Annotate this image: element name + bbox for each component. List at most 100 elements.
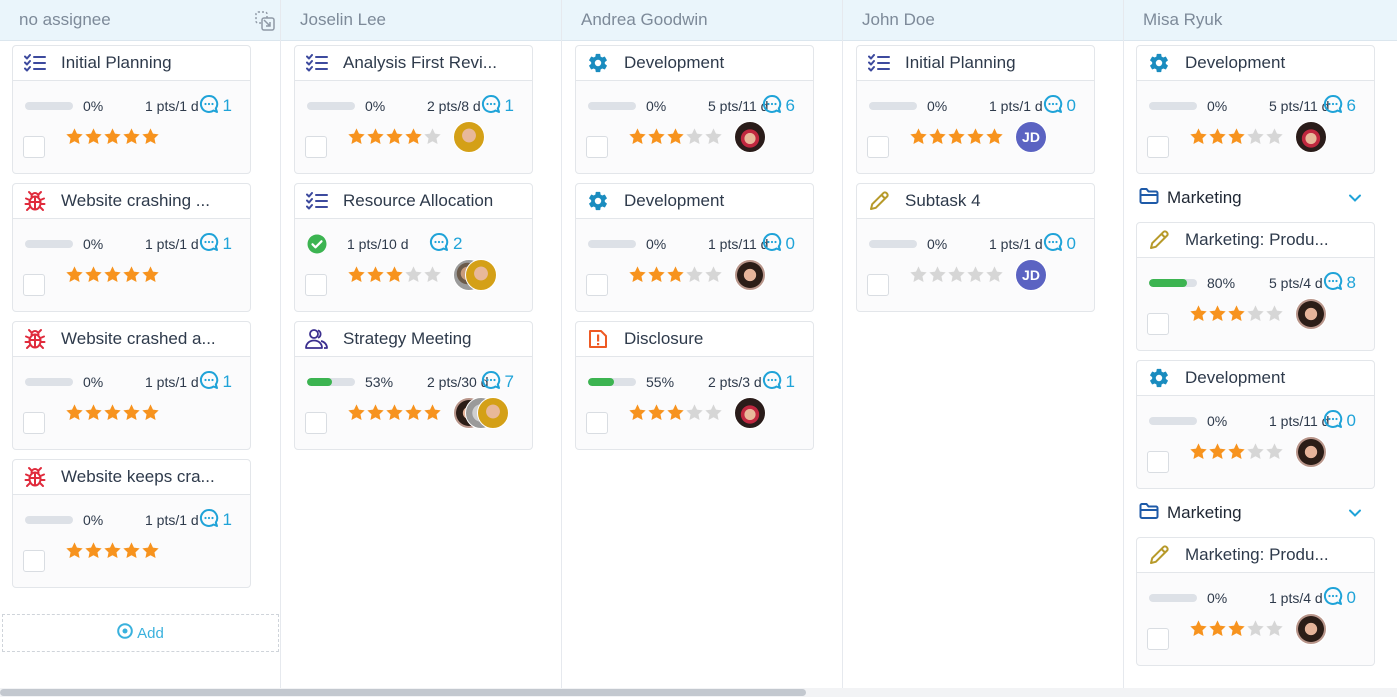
star-rating[interactable] — [65, 403, 160, 427]
star-filled-icon[interactable] — [122, 541, 141, 565]
card-title[interactable]: Development — [624, 53, 724, 73]
avatar-photo[interactable] — [734, 259, 766, 291]
avatar-photo[interactable] — [1295, 121, 1327, 153]
assignee-avatars[interactable] — [1295, 298, 1327, 330]
card-header[interactable]: Strategy Meeting — [295, 322, 532, 357]
star-filled-icon[interactable] — [404, 403, 423, 427]
card-title[interactable]: Initial Planning — [905, 53, 1016, 73]
star-empty-icon[interactable] — [1265, 127, 1284, 151]
task-card[interactable]: Website crashed a... 0% 1 pts/1 d 1 — [12, 321, 251, 450]
assignee-avatars[interactable] — [453, 259, 497, 291]
comments-count[interactable]: 1 — [762, 370, 795, 395]
comments-count[interactable]: 0 — [762, 232, 795, 257]
avatar-photo[interactable] — [1295, 613, 1327, 645]
task-card[interactable]: Development 0% 1 pts/11 d 0 — [575, 183, 814, 312]
task-card[interactable]: Disclosure 55% 2 pts/3 d 1 — [575, 321, 814, 450]
avatar-photo[interactable] — [734, 121, 766, 153]
star-filled-icon[interactable] — [1189, 127, 1208, 151]
star-filled-icon[interactable] — [65, 541, 84, 565]
move-to-icon[interactable] — [254, 10, 276, 32]
star-filled-icon[interactable] — [666, 265, 685, 289]
star-rating[interactable] — [347, 265, 442, 289]
comments-count[interactable]: 1 — [199, 232, 232, 257]
star-rating[interactable] — [909, 127, 1004, 151]
card-header[interactable]: Analysis First Revi... — [295, 46, 532, 81]
task-card[interactable]: Strategy Meeting 53% 2 pts/30 d 7 — [294, 321, 533, 450]
horizontal-scrollbar[interactable] — [0, 688, 1397, 697]
card-header[interactable]: Marketing: Produ... — [1137, 538, 1374, 573]
card-header[interactable]: Website crashing ... — [13, 184, 250, 219]
assignee-avatars[interactable]: JD — [1015, 259, 1047, 291]
star-filled-icon[interactable] — [366, 127, 385, 151]
comments-count[interactable]: 0 — [1043, 94, 1076, 119]
star-filled-icon[interactable] — [1208, 619, 1227, 643]
comments-count[interactable]: 0 — [1323, 409, 1356, 434]
comments-count[interactable]: 1 — [199, 370, 232, 395]
star-filled-icon[interactable] — [141, 265, 160, 289]
card-checkbox[interactable] — [23, 136, 45, 158]
star-empty-icon[interactable] — [947, 265, 966, 289]
comments-count[interactable]: 6 — [762, 94, 795, 119]
card-checkbox[interactable] — [1147, 313, 1169, 335]
card-checkbox[interactable] — [1147, 136, 1169, 158]
assignee-avatars[interactable]: JD — [1015, 121, 1047, 153]
star-filled-icon[interactable] — [928, 127, 947, 151]
star-filled-icon[interactable] — [347, 403, 366, 427]
star-filled-icon[interactable] — [666, 403, 685, 427]
star-empty-icon[interactable] — [1246, 619, 1265, 643]
card-title[interactable]: Website crashed a... — [61, 329, 216, 349]
card-checkbox[interactable] — [23, 550, 45, 572]
star-filled-icon[interactable] — [65, 127, 84, 151]
star-filled-icon[interactable] — [1208, 127, 1227, 151]
card-title[interactable]: Development — [1185, 53, 1285, 73]
star-empty-icon[interactable] — [704, 403, 723, 427]
star-filled-icon[interactable] — [647, 127, 666, 151]
star-filled-icon[interactable] — [103, 403, 122, 427]
card-title[interactable]: Resource Allocation — [343, 191, 493, 211]
card-title[interactable]: Subtask 4 — [905, 191, 981, 211]
star-empty-icon[interactable] — [404, 265, 423, 289]
card-title[interactable]: Website keeps cra... — [61, 467, 215, 487]
assignee-avatars[interactable] — [734, 259, 766, 291]
star-filled-icon[interactable] — [385, 127, 404, 151]
card-title[interactable]: Marketing: Produ... — [1185, 545, 1329, 565]
star-filled-icon[interactable] — [122, 403, 141, 427]
star-rating[interactable] — [1189, 619, 1284, 643]
avatar-initials[interactable]: JD — [1015, 259, 1047, 291]
star-empty-icon[interactable] — [685, 127, 704, 151]
star-filled-icon[interactable] — [1208, 304, 1227, 328]
star-empty-icon[interactable] — [423, 127, 442, 151]
star-filled-icon[interactable] — [1189, 304, 1208, 328]
star-rating[interactable] — [909, 265, 1004, 289]
avatar-photo[interactable] — [1295, 298, 1327, 330]
star-filled-icon[interactable] — [647, 403, 666, 427]
assignee-avatars[interactable] — [734, 397, 766, 429]
star-rating[interactable] — [65, 541, 160, 565]
card-checkbox[interactable] — [1147, 628, 1169, 650]
star-empty-icon[interactable] — [909, 265, 928, 289]
star-filled-icon[interactable] — [1227, 304, 1246, 328]
comments-count[interactable]: 0 — [1323, 586, 1356, 611]
card-checkbox[interactable] — [586, 274, 608, 296]
star-empty-icon[interactable] — [928, 265, 947, 289]
card-header[interactable]: Development — [576, 46, 813, 81]
star-empty-icon[interactable] — [985, 265, 1004, 289]
star-filled-icon[interactable] — [1227, 619, 1246, 643]
star-filled-icon[interactable] — [122, 127, 141, 151]
card-title[interactable]: Marketing: Produ... — [1185, 230, 1329, 250]
avatar-photo[interactable] — [477, 397, 509, 429]
comments-count[interactable]: 1 — [481, 94, 514, 119]
assignee-avatars[interactable] — [734, 121, 766, 153]
task-card[interactable]: Development 0% 5 pts/11 d 6 — [1136, 45, 1375, 174]
star-filled-icon[interactable] — [385, 403, 404, 427]
comments-count[interactable]: 1 — [199, 508, 232, 533]
star-filled-icon[interactable] — [366, 403, 385, 427]
star-filled-icon[interactable] — [628, 127, 647, 151]
comments-count[interactable]: 8 — [1323, 271, 1356, 296]
horizontal-scrollbar-thumb[interactable] — [0, 689, 806, 696]
card-title[interactable]: Development — [1185, 368, 1285, 388]
star-filled-icon[interactable] — [366, 265, 385, 289]
group-header[interactable]: Marketing — [1139, 183, 1375, 213]
task-card[interactable]: Resource Allocation 1 pts/10 d 2 — [294, 183, 533, 312]
group-header[interactable]: Marketing — [1139, 498, 1375, 528]
